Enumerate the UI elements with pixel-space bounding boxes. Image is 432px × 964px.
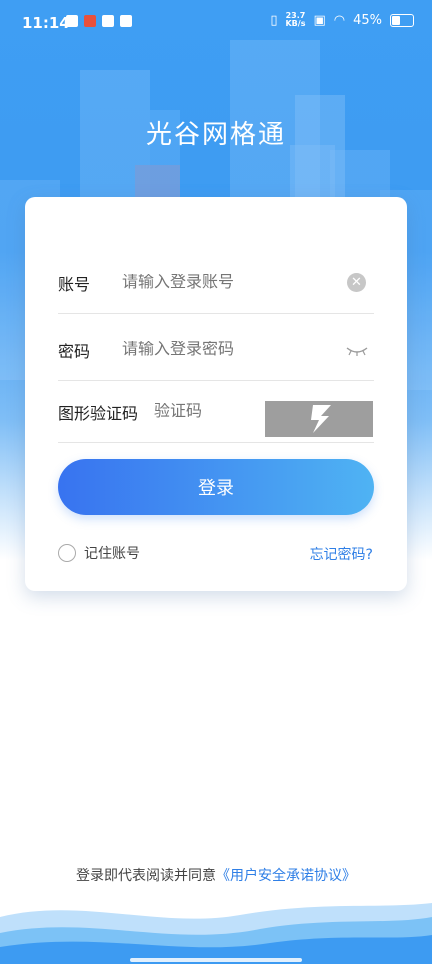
agreement-link[interactable]: 《用户安全承诺协议》 xyxy=(216,868,356,884)
home-indicator xyxy=(130,958,302,962)
status-bar: 11:14 ▯ 23.7 KB/s ▣ ◠ 45% xyxy=(0,0,432,44)
vibrate-icon: ▯ xyxy=(270,12,278,28)
account-label: 账号 xyxy=(58,275,91,294)
login-card: 账号 ✕ 密码 图形验证码 登录 记住账号 忘记密码? xyxy=(25,197,407,591)
battery-percent: 45% xyxy=(353,12,382,28)
wifi-icon: ◠ xyxy=(333,12,346,28)
notification-icon xyxy=(84,15,96,27)
status-right-icons: ▯ 23.7 KB/s ▣ ◠ 45% xyxy=(270,12,414,28)
net-speed: 23.7 KB/s xyxy=(285,11,306,28)
captcha-label: 图形验证码 xyxy=(58,404,139,423)
battery-icon xyxy=(390,13,414,27)
clear-icon[interactable]: ✕ xyxy=(347,273,366,292)
login-button[interactable]: 登录 xyxy=(58,459,374,515)
remember-account[interactable]: 记住账号 xyxy=(58,543,140,563)
app-icon xyxy=(102,15,114,27)
password-input[interactable] xyxy=(122,341,342,359)
captcha-row: 图形验证码 xyxy=(58,382,374,443)
app-title: 光谷网格通 xyxy=(145,120,286,150)
account-input[interactable] xyxy=(122,274,342,292)
app-icon-2 xyxy=(120,15,132,27)
captcha-image[interactable] xyxy=(265,401,373,437)
password-label: 密码 xyxy=(58,342,91,361)
account-row: 账号 ✕ xyxy=(58,253,374,314)
agreement-text: 登录即代表阅读并同意《用户安全承诺协议》 xyxy=(0,865,432,885)
remember-label: 记住账号 xyxy=(84,546,140,562)
password-row: 密码 xyxy=(58,320,374,381)
status-time: 11:14 xyxy=(22,14,70,32)
sim-icon: ▣ xyxy=(313,12,326,28)
mail-icon xyxy=(66,15,78,27)
bottom-waves xyxy=(0,903,432,964)
broken-image-icon xyxy=(311,405,331,433)
remember-radio[interactable] xyxy=(58,544,76,562)
eye-closed-icon[interactable] xyxy=(346,346,368,356)
status-left-icons xyxy=(66,15,132,27)
captcha-input[interactable] xyxy=(154,403,254,421)
forgot-password-link[interactable]: 忘记密码? xyxy=(310,544,373,564)
agreement-prefix: 登录即代表阅读并同意 xyxy=(76,868,216,884)
